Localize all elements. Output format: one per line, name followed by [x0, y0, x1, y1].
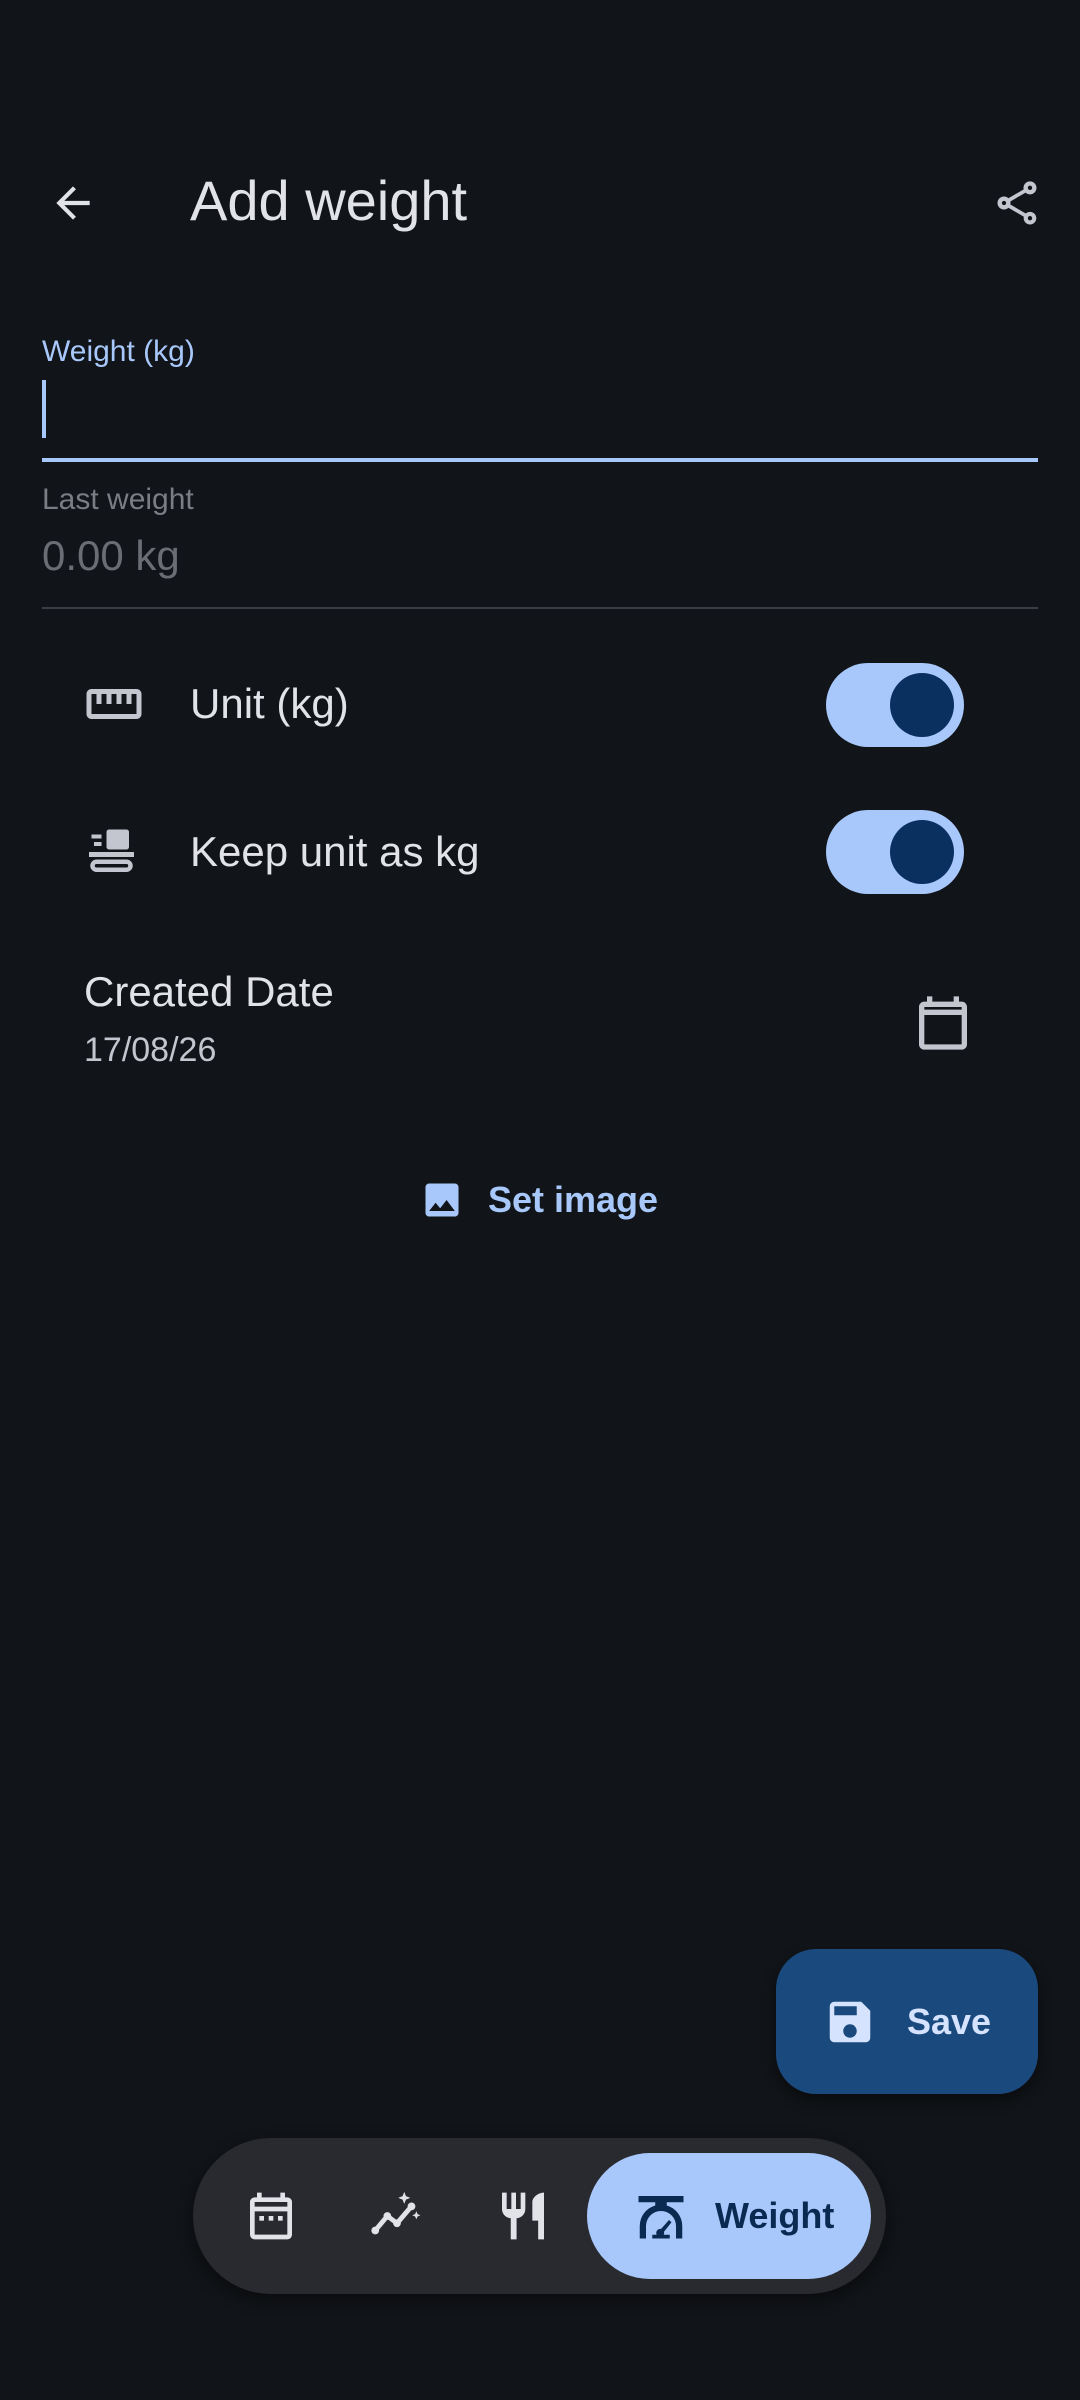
unit-label: Unit (kg)	[190, 680, 349, 727]
share-icon	[997, 181, 1037, 225]
weight-field-label: Weight (kg)	[42, 335, 195, 368]
bottom-navigation: Weight	[193, 2138, 886, 2294]
scale-transfer-icon	[84, 822, 144, 882]
page-title: Add weight	[190, 169, 468, 232]
switch-thumb	[890, 820, 954, 884]
nav-trends[interactable]	[337, 2156, 457, 2276]
set-image-label: Set image	[488, 1179, 659, 1220]
ruler-icon	[84, 674, 144, 734]
weight-input[interactable]	[42, 376, 1038, 436]
save-label: Save	[906, 2000, 992, 2042]
keep-unit-switch[interactable]	[826, 810, 964, 894]
calendar-button[interactable]	[900, 980, 986, 1066]
last-weight-label: Last weight	[42, 483, 194, 516]
calendar-month-icon	[250, 2192, 292, 2240]
nav-weight-label: Weight	[715, 2195, 835, 2236]
nav-calendar[interactable]	[211, 2156, 331, 2276]
share-button[interactable]	[974, 160, 1060, 246]
save-icon	[829, 2001, 871, 2042]
last-weight-value: 0.00 kg	[42, 532, 180, 579]
arrow-back-icon	[56, 186, 90, 220]
nav-food[interactable]	[463, 2156, 583, 2276]
image-icon	[425, 1183, 459, 1217]
weight-field-underline	[42, 458, 1038, 462]
text-cursor	[42, 380, 46, 438]
created-date-value: 17/08/26	[84, 1031, 217, 1069]
restaurant-icon	[502, 2192, 544, 2240]
set-image-button[interactable]: Set image	[400, 1162, 678, 1238]
calendar-icon	[919, 996, 967, 1050]
scale-icon	[638, 2196, 684, 2239]
unit-switch[interactable]	[826, 663, 964, 747]
nav-weight[interactable]: Weight	[587, 2153, 871, 2279]
chart-sparkle-icon	[371, 2191, 421, 2235]
keep-unit-label: Keep unit as kg	[190, 828, 480, 875]
last-weight-underline	[42, 607, 1038, 609]
save-button[interactable]: Save	[776, 1949, 1038, 2094]
back-button[interactable]	[30, 160, 116, 246]
created-date-title: Created Date	[84, 968, 334, 1015]
switch-thumb	[890, 673, 954, 737]
